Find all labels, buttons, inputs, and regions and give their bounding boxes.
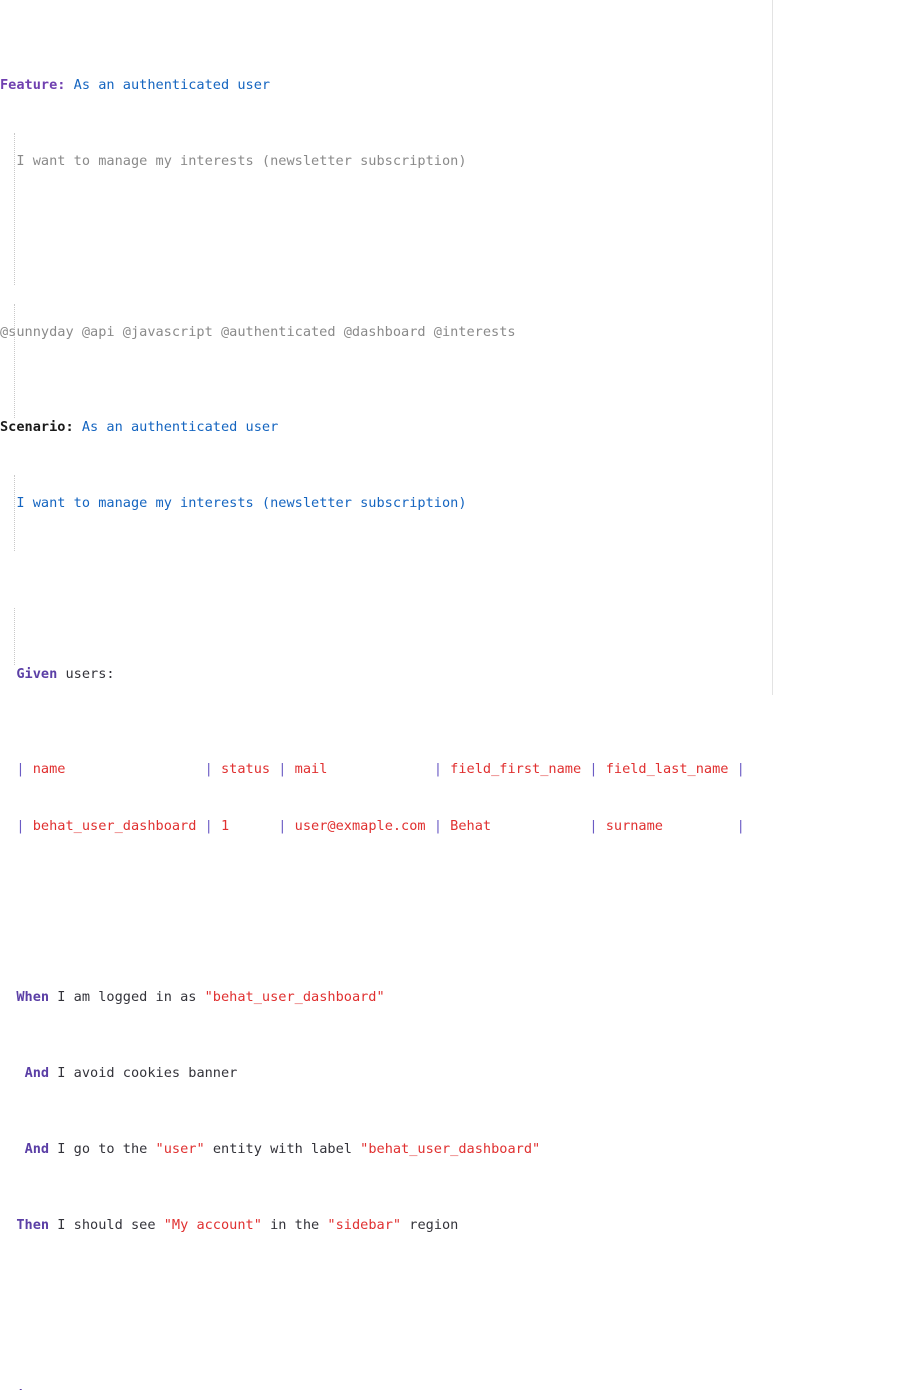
step-text: I click — [49, 1388, 123, 1390]
table-pipe: | — [736, 818, 745, 834]
step-string: "behat_user_dashboard" — [204, 989, 385, 1005]
step-string: "My account" — [163, 1217, 262, 1233]
feature-description: I want to manage my interests (newslette… — [16, 153, 467, 169]
scenario-title: As an authenticated user — [81, 419, 279, 435]
table-pipe: | — [204, 818, 213, 834]
table-pipe: | — [589, 761, 598, 777]
table-cell: behat_user_dashboard — [24, 818, 205, 834]
table-pipe: | — [16, 818, 25, 834]
table-cell: 1 — [212, 818, 279, 834]
step-keyword-when: When — [16, 989, 50, 1005]
step-string: "sidebar" — [327, 1217, 402, 1233]
step-keyword-and: And — [24, 1141, 50, 1157]
step-text: region — [401, 1217, 459, 1233]
table-cell — [0, 818, 16, 834]
feature-keyword: Feature: — [0, 77, 66, 93]
table-header-cells: | name | status | mail | field_first_nam… — [0, 761, 745, 777]
code-lines: Feature: As an authenticated user I want… — [0, 0, 900, 1390]
step-text: I go to the — [49, 1141, 156, 1157]
step-string: "behat_user_dashboard" — [360, 1141, 541, 1157]
step-text: in the — [213, 1388, 278, 1390]
table-pipe: | — [433, 818, 442, 834]
step-keyword-and: And — [24, 1065, 50, 1081]
table-cell: surname — [597, 818, 737, 834]
feature-title: As an authenticated user — [73, 77, 271, 93]
line-blank — [0, 893, 900, 912]
table-cell: field_last_name — [597, 761, 737, 777]
step-string: "sidebar" — [278, 1388, 352, 1390]
line-blank — [0, 570, 900, 589]
scenario-keyword: Scenario: — [0, 419, 74, 435]
scenario-tags: @sunnyday @api @javascript @authenticate… — [0, 324, 516, 340]
line-feature-description[interactable]: I want to manage my interests (newslette… — [0, 152, 900, 171]
step-text: region — [352, 1388, 409, 1390]
step-text: I am logged in as — [49, 989, 205, 1005]
line-step-when-logged-in[interactable]: When I am logged in as "behat_user_dashb… — [0, 988, 900, 1007]
table-pipe: | — [278, 761, 287, 777]
step-keyword-then: Then — [16, 1217, 50, 1233]
step-keyword-given: Given — [16, 666, 58, 682]
gherkin-editor-pane[interactable]: Feature: As an authenticated user I want… — [0, 0, 900, 1390]
table-cell: status — [212, 761, 279, 777]
step-text: I avoid cookies banner — [49, 1065, 238, 1081]
table-row[interactable]: | behat_user_dashboard | 1 | user@exmapl… — [0, 817, 900, 836]
line-feature[interactable]: Feature: As an authenticated user — [0, 76, 900, 95]
step-text: in the — [261, 1217, 328, 1233]
table-row-cells: | behat_user_dashboard | 1 | user@exmapl… — [0, 818, 745, 834]
table-pipe: | — [589, 818, 598, 834]
table-row-header[interactable]: | name | status | mail | field_first_nam… — [0, 760, 900, 779]
table-pipe: | — [204, 761, 213, 777]
step-text: users: — [57, 666, 115, 682]
line-step-see-my-account[interactable]: Then I should see "My account" in the "s… — [0, 1216, 900, 1235]
scenario-description: I want to manage my interests (newslette… — [16, 495, 467, 511]
step-string: "Interests" — [123, 1388, 213, 1390]
line-blank — [0, 1292, 900, 1311]
line-step-avoid-cookies[interactable]: And I avoid cookies banner — [0, 1064, 900, 1083]
table-cell — [0, 761, 16, 777]
line-tags[interactable]: @sunnyday @api @javascript @authenticate… — [0, 323, 900, 342]
line-blank — [0, 228, 900, 247]
line-step-click-interests[interactable]: Given I click "Interests" in the "sideba… — [0, 1387, 900, 1390]
step-text: I should see — [49, 1217, 164, 1233]
table-cell: Behat — [442, 818, 590, 834]
table-cell: user@exmaple.com — [286, 818, 434, 834]
table-cell: field_first_name — [442, 761, 590, 777]
step-string: "user" — [155, 1141, 205, 1157]
table-pipe: | — [16, 761, 25, 777]
step-keyword-given: Given — [8, 1388, 49, 1390]
step-text: entity with label — [204, 1141, 361, 1157]
table-cell: name — [24, 761, 205, 777]
line-step-go-to-user-entity[interactable]: And I go to the "user" entity with label… — [0, 1140, 900, 1159]
table-pipe: | — [278, 818, 287, 834]
table-pipe: | — [736, 761, 745, 777]
table-cell: mail — [286, 761, 434, 777]
line-step-given-users[interactable]: Given users: — [0, 665, 900, 684]
line-scenario[interactable]: Scenario: As an authenticated user — [0, 418, 900, 437]
line-scenario-description[interactable]: I want to manage my interests (newslette… — [0, 494, 900, 513]
table-pipe: | — [433, 761, 442, 777]
